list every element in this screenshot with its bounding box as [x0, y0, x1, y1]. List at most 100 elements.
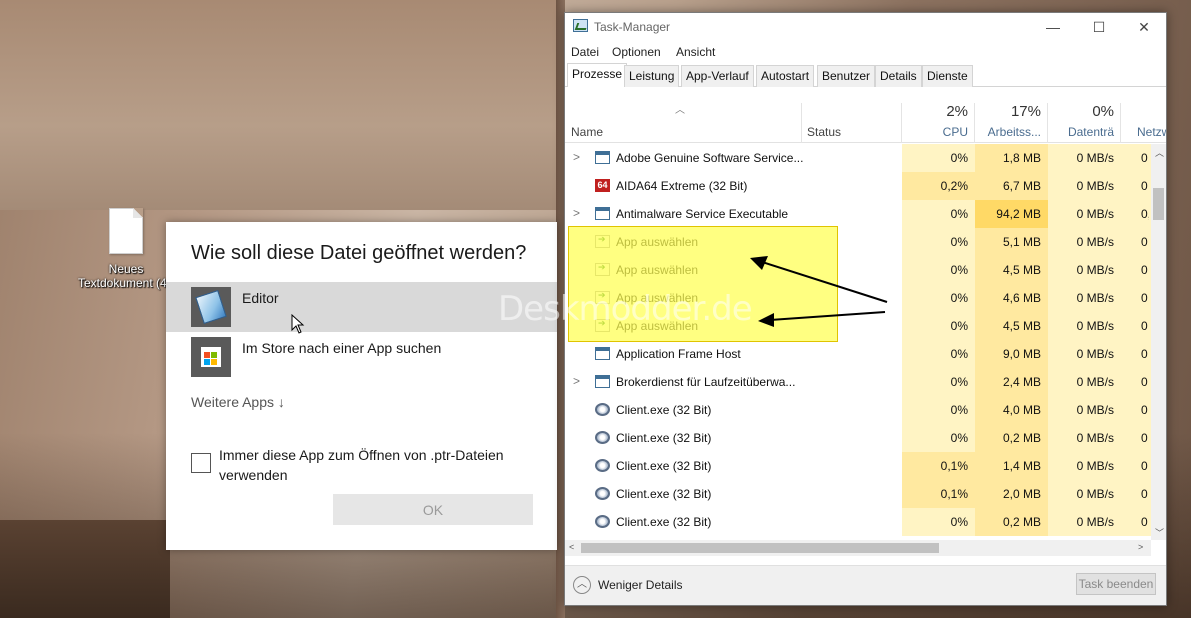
- scroll-left-icon[interactable]: <: [569, 542, 574, 552]
- tab-benutzer[interactable]: Benutzer: [817, 65, 876, 87]
- scroll-down-icon[interactable]: ﹀: [1155, 526, 1164, 539]
- process-name: Client.exe (32 Bit): [616, 431, 712, 445]
- process-disk-value: 0 MB/s: [1076, 375, 1114, 389]
- text-file-icon: [109, 208, 143, 254]
- notepad-icon: [191, 287, 231, 327]
- tab-leistung[interactable]: Leistung: [624, 65, 680, 87]
- mouse-cursor-icon: [291, 314, 305, 334]
- column-header-network[interactable]: Netzw: [1137, 125, 1166, 139]
- process-row[interactable]: 64 AIDA64 Extreme (32 Bit) 0,2% 6,7 MB 0 MB/…: [565, 172, 1151, 200]
- vertical-scroll-thumb[interactable]: [1153, 188, 1164, 220]
- process-memory-value: 4,5 MB: [1002, 319, 1041, 333]
- process-disk-value: 0 MB/s: [1076, 151, 1114, 165]
- service-icon: [595, 207, 610, 220]
- column-header-status[interactable]: Status: [807, 125, 841, 139]
- window-title: Task-Manager: [594, 20, 671, 34]
- scroll-right-icon[interactable]: >: [1138, 542, 1143, 552]
- horizontal-scroll-thumb[interactable]: [581, 543, 939, 553]
- dialog-title: Wie soll diese Datei geöffnet werden?: [191, 242, 527, 264]
- process-memory-value: 4,0 MB: [1002, 403, 1041, 417]
- column-header-network-total[interactable]: 0: [1121, 103, 1163, 120]
- process-network-value: 0: [1141, 151, 1148, 165]
- process-memory-value: 9,0 MB: [1002, 347, 1041, 361]
- expand-chevron-icon[interactable]: >: [573, 206, 580, 220]
- process-disk-value: 0 MB/s: [1076, 459, 1114, 473]
- column-header-disk[interactable]: Datenträ: [1048, 125, 1114, 139]
- service-icon: [595, 375, 610, 388]
- tab-app-verlauf[interactable]: App-Verlauf: [681, 65, 754, 87]
- task-manager-app-icon: [573, 19, 588, 32]
- menu-optionen[interactable]: Optionen: [612, 45, 661, 59]
- process-cpu-value: 0%: [950, 375, 968, 389]
- column-header-disk-total[interactable]: 0%: [1048, 103, 1114, 120]
- close-button[interactable]: ✕: [1121, 13, 1167, 41]
- more-apps-link[interactable]: Weitere Apps ↓: [191, 394, 285, 410]
- tab-autostart[interactable]: Autostart: [756, 65, 815, 87]
- process-name: Application Frame Host: [616, 347, 741, 361]
- ok-button[interactable]: OK: [333, 494, 533, 525]
- process-row[interactable]: Client.exe (32 Bit) 0% 4,0 MB 0 MB/s 0: [565, 396, 1151, 424]
- vertical-scrollbar[interactable]: ︿ ﹀: [1151, 144, 1166, 540]
- service-icon: [595, 347, 610, 360]
- process-disk-value: 0 MB/s: [1076, 235, 1114, 249]
- column-header-name[interactable]: Name: [571, 125, 603, 139]
- process-row[interactable]: Client.exe (32 Bit) 0,1% 1,4 MB 0 MB/s 0: [565, 452, 1151, 480]
- process-name: Adobe Genuine Software Service...: [616, 151, 804, 165]
- process-network-value: 0: [1141, 235, 1148, 249]
- tab-dienste[interactable]: Dienste: [922, 65, 973, 87]
- process-memory-value: 4,6 MB: [1002, 291, 1041, 305]
- process-memory-value: 94,2 MB: [996, 207, 1041, 221]
- process-row[interactable]: > Brokerdienst für Laufzeitüberwa... 0% 2,4…: [565, 368, 1151, 396]
- process-name: Brokerdienst für Laufzeitüberwa...: [616, 375, 796, 389]
- background-cabinet: [0, 520, 170, 618]
- process-network-value: 0: [1141, 403, 1148, 417]
- process-network-value: 0: [1141, 459, 1148, 473]
- open-with-dialog: Wie soll diese Datei geöffnet werden? Ed…: [166, 222, 557, 550]
- maximize-button[interactable]: ☐: [1076, 13, 1122, 41]
- fewer-details-link[interactable]: Weniger Details: [598, 578, 682, 592]
- column-header-memory[interactable]: Arbeitss...: [975, 125, 1041, 139]
- process-disk-value: 0 MB/s: [1076, 207, 1114, 221]
- column-header-cpu-total[interactable]: 2%: [902, 103, 968, 120]
- process-row[interactable]: Application Frame Host 0% 9,0 MB 0 MB/s 0: [565, 340, 1151, 368]
- menu-ansicht[interactable]: Ansicht: [676, 45, 715, 59]
- process-disk-value: 0 MB/s: [1076, 403, 1114, 417]
- app-option-store[interactable]: Im Store nach einer App suchen: [166, 332, 557, 382]
- client-icon: [595, 431, 610, 444]
- annotation-arrows: [750, 256, 888, 327]
- scroll-up-icon[interactable]: ︿: [1155, 146, 1164, 159]
- title-bar[interactable]: Task-Manager — ☐ ✕: [565, 13, 1166, 41]
- process-disk-value: 0 MB/s: [1076, 291, 1114, 305]
- process-memory-value: 2,4 MB: [1002, 375, 1041, 389]
- minimize-button[interactable]: —: [1030, 13, 1076, 41]
- service-icon: [595, 151, 610, 164]
- process-name: Client.exe (32 Bit): [616, 459, 712, 473]
- column-header-cpu[interactable]: CPU: [902, 125, 968, 139]
- process-cpu-value: 0%: [950, 151, 968, 165]
- process-cpu-value: 0%: [950, 291, 968, 305]
- app-option-label: Im Store nach einer App suchen: [242, 340, 442, 356]
- process-row[interactable]: Client.exe (32 Bit) 0% 0,2 MB 0 MB/s 0: [565, 508, 1151, 536]
- process-row[interactable]: > Antimalware Service Executable 0% 94,2 MB…: [565, 200, 1151, 228]
- always-use-checkbox[interactable]: [191, 453, 211, 473]
- process-row[interactable]: Client.exe (32 Bit) 0,1% 2,0 MB 0 MB/s 0: [565, 480, 1151, 508]
- process-row[interactable]: > Adobe Genuine Software Service... 0% 1,8 …: [565, 144, 1151, 172]
- process-disk-value: 0 MB/s: [1076, 263, 1114, 277]
- column-header-memory-total[interactable]: 17%: [975, 103, 1041, 120]
- tab-details[interactable]: Details: [875, 65, 922, 87]
- tab-strip: Prozesse Leistung App-Verlauf Autostart …: [565, 63, 1166, 88]
- chevron-up-circle-icon[interactable]: ︿: [573, 576, 591, 594]
- expand-chevron-icon[interactable]: >: [573, 150, 580, 164]
- tab-prozesse[interactable]: Prozesse: [567, 63, 628, 88]
- process-network-value: 0,1: [1141, 207, 1149, 221]
- menu-datei[interactable]: Datei: [571, 45, 599, 59]
- process-cpu-value: 0%: [950, 263, 968, 277]
- process-row[interactable]: Client.exe (32 Bit) 0% 0,2 MB 0 MB/s 0: [565, 424, 1151, 452]
- horizontal-scrollbar[interactable]: < >: [565, 540, 1151, 556]
- sort-ascending-icon: ︿: [675, 105, 685, 116]
- expand-chevron-icon[interactable]: >: [573, 374, 580, 388]
- column-divider[interactable]: [801, 103, 802, 143]
- aida64-icon: 64: [595, 179, 610, 192]
- end-task-button[interactable]: Task beenden: [1076, 573, 1156, 595]
- client-icon: [595, 459, 610, 472]
